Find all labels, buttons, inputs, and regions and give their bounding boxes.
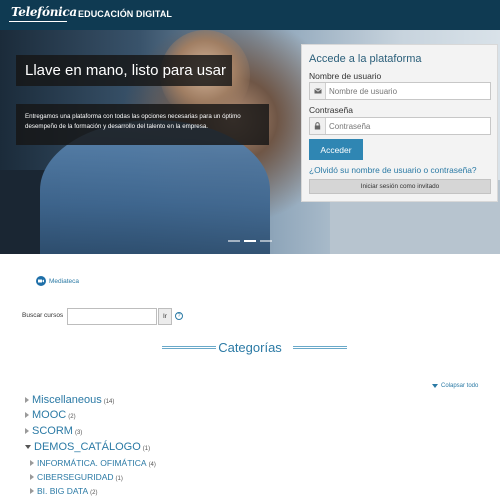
- subcategory-count: (1): [115, 476, 123, 482]
- subcategory-name[interactable]: BI. BIG DATA: [37, 486, 88, 496]
- category-count: (1): [142, 446, 151, 452]
- carousel-dots: [228, 240, 272, 242]
- collapse-all-label: Colapsar todo: [441, 383, 479, 389]
- username-field[interactable]: [309, 82, 491, 100]
- envelope-icon: [310, 83, 326, 99]
- carousel-dot[interactable]: [228, 240, 240, 242]
- username-label: Nombre de usuario: [309, 71, 382, 81]
- category-count: (14): [103, 399, 115, 405]
- chevron-right-icon: [30, 488, 34, 494]
- category-item[interactable]: SCORM (3): [25, 425, 82, 437]
- guest-login-button[interactable]: Iniciar sesión como invitado: [309, 179, 491, 194]
- search-go-button[interactable]: Ir: [158, 308, 172, 325]
- chevron-right-icon: [30, 460, 34, 466]
- categories-title: Categorías: [218, 340, 282, 355]
- category-name[interactable]: DEMOS_CATÁLOGO: [34, 441, 141, 453]
- top-header: Telefónica EDUCACIÓN DIGITAL: [0, 0, 500, 30]
- forgot-password-link[interactable]: ¿Olvidó su nombre de usuario o contraseñ…: [309, 165, 477, 175]
- subcategory-name[interactable]: CIBERSEGURIDAD: [37, 472, 114, 482]
- chevron-right-icon: [25, 412, 29, 418]
- lock-icon: [310, 118, 326, 134]
- hero-description: Entregamos una plataforma con todas las …: [16, 104, 269, 145]
- subcategory-name[interactable]: INFORMÁTICA. OFIMÁTICA: [37, 458, 147, 468]
- subcategory-item[interactable]: BI. BIG DATA (2): [30, 486, 98, 496]
- collapse-icon: [432, 384, 438, 388]
- login-title: Accede a la plataforma: [309, 53, 422, 65]
- category-name[interactable]: MOOC: [32, 409, 66, 421]
- login-panel: Accede a la plataforma Nombre de usuario…: [301, 44, 498, 202]
- search-courses-label: Buscar cursos: [22, 312, 64, 319]
- subcategory-item[interactable]: INFORMÁTICA. OFIMÁTICA (4): [30, 458, 156, 468]
- help-icon[interactable]: ?: [175, 312, 183, 320]
- subcategory-item[interactable]: CIBERSEGURIDAD (1): [30, 472, 123, 482]
- subcategory-count: (4): [148, 462, 156, 468]
- subcategory-count: (2): [90, 490, 98, 496]
- chevron-right-icon: [25, 397, 29, 403]
- brand-subtitle: EDUCACIÓN DIGITAL: [78, 9, 173, 19]
- category-item-expanded[interactable]: DEMOS_CATÁLOGO (1): [25, 441, 150, 453]
- search-courses-input[interactable]: [67, 308, 157, 325]
- brand-underline: [9, 21, 67, 22]
- category-item[interactable]: Miscellaneous (14): [25, 394, 114, 406]
- category-name[interactable]: SCORM: [32, 425, 73, 437]
- chevron-right-icon: [25, 428, 29, 434]
- collapse-all-link[interactable]: Colapsar todo: [432, 383, 478, 389]
- hero-title: Llave en mano, listo para usar: [16, 55, 232, 86]
- login-button[interactable]: Acceder: [309, 139, 363, 160]
- chevron-right-icon: [30, 474, 34, 480]
- category-item[interactable]: MOOC (2): [25, 409, 76, 421]
- category-count: (2): [68, 414, 76, 420]
- username-input[interactable]: [329, 85, 487, 97]
- category-name[interactable]: Miscellaneous: [32, 394, 102, 406]
- media-icon: [36, 276, 46, 286]
- media-library-link[interactable]: Mediateca: [36, 276, 79, 286]
- brand-logo[interactable]: Telefónica: [11, 5, 77, 19]
- carousel-dot[interactable]: [260, 240, 272, 242]
- title-divider-right: [293, 346, 347, 349]
- category-count: (3): [74, 430, 83, 436]
- password-label: Contraseña: [309, 105, 353, 115]
- media-library-label: Mediateca: [49, 277, 79, 285]
- chevron-down-icon: [25, 445, 31, 449]
- password-field[interactable]: [309, 117, 491, 135]
- carousel-dot[interactable]: [244, 240, 256, 242]
- password-input[interactable]: [329, 120, 487, 132]
